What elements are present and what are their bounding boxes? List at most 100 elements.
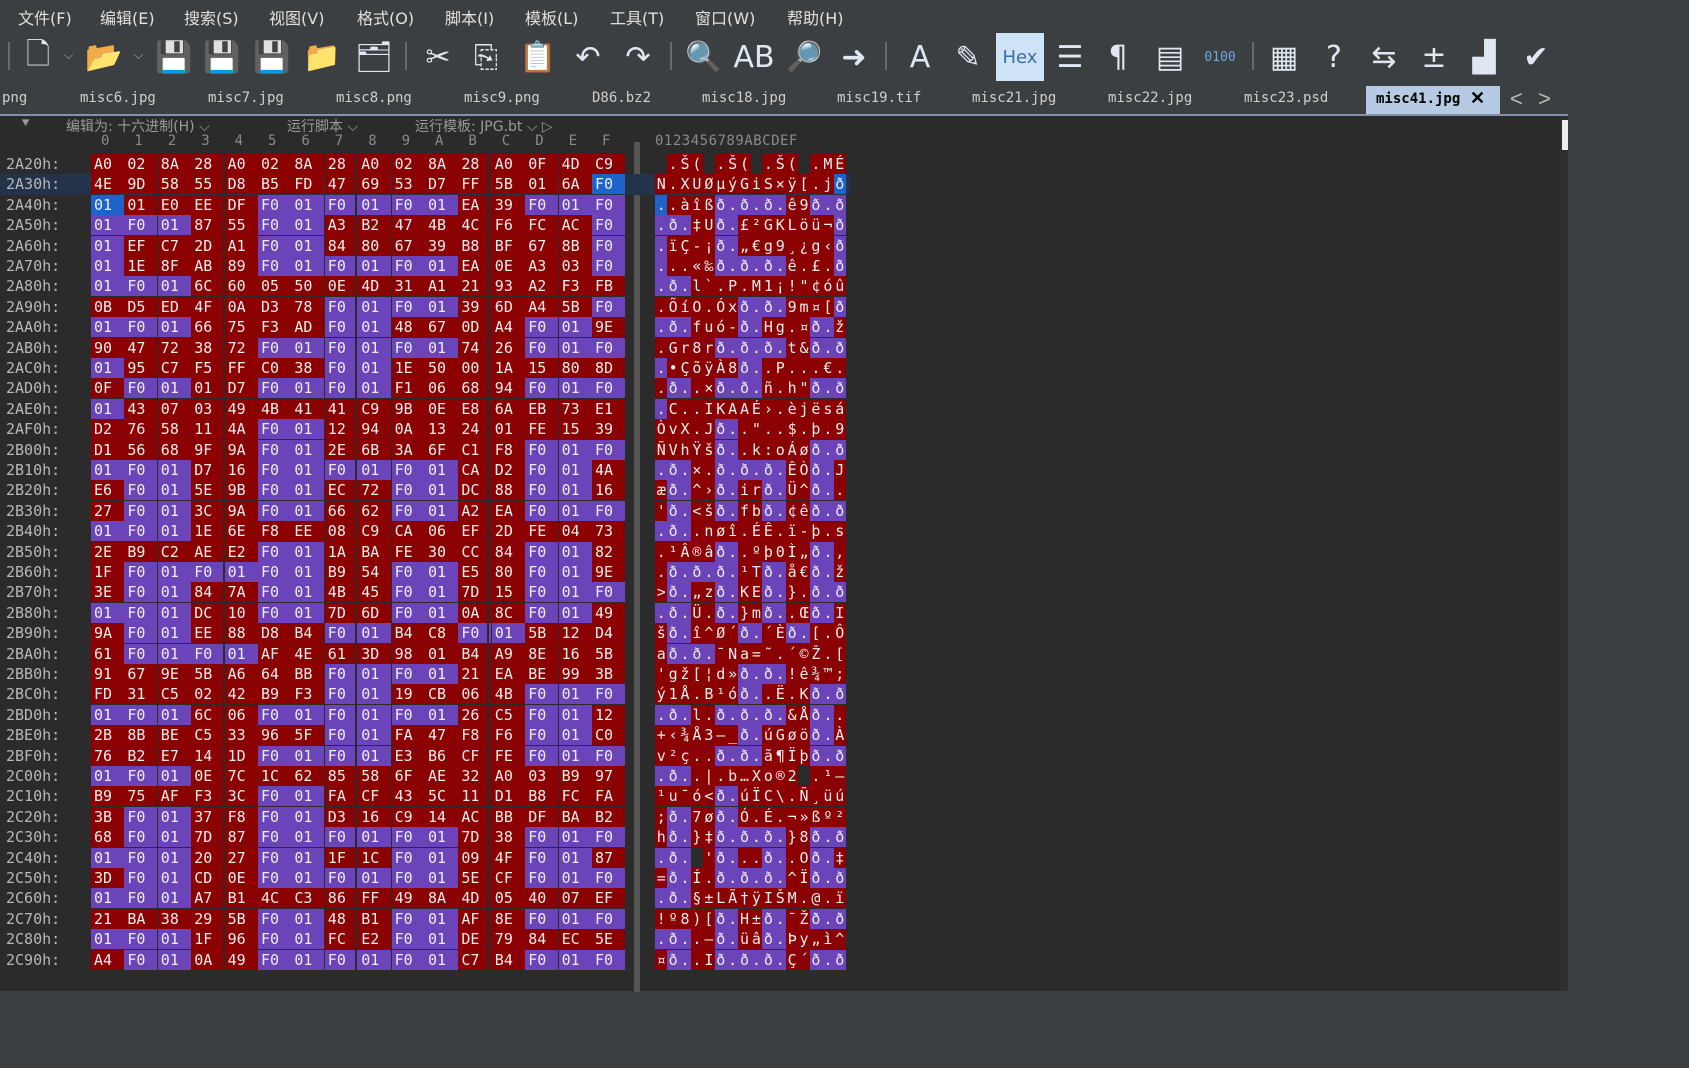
ascii-char[interactable]: ð xyxy=(809,908,823,929)
ascii-char[interactable]: i xyxy=(750,174,763,195)
ascii-char[interactable]: ð xyxy=(690,643,704,664)
hex-byte[interactable]: F0 xyxy=(124,806,158,827)
ascii-char[interactable]: K xyxy=(797,684,811,705)
highlight-icon[interactable]: ✎ xyxy=(944,33,992,81)
hex-byte[interactable]: 8B xyxy=(124,725,158,746)
ascii-char[interactable]: ó xyxy=(690,786,704,807)
hex-byte[interactable]: D4 xyxy=(592,623,625,644)
ascii-char[interactable]: µ xyxy=(714,174,727,195)
ascii-char[interactable]: Ò xyxy=(655,419,668,440)
hex-byte[interactable]: F0 xyxy=(592,194,625,215)
hex-byte[interactable]: 9A xyxy=(91,623,124,644)
edit-mode-icon[interactable]: ☰ xyxy=(1046,33,1094,81)
ascii-char[interactable]: , xyxy=(833,541,846,562)
ascii-char[interactable]: . xyxy=(821,725,835,746)
hex-byte[interactable]: 47 xyxy=(391,215,425,236)
ascii-char[interactable]: ‡ xyxy=(833,847,846,868)
ascii-char[interactable]: v xyxy=(666,419,680,440)
menu-4[interactable]: 格式(O) xyxy=(357,5,414,29)
hex-byte[interactable]: 27 xyxy=(224,847,258,868)
ascii-char[interactable]: . xyxy=(809,174,823,195)
ascii-char[interactable]: . xyxy=(655,562,668,582)
ascii-char[interactable]: l xyxy=(690,276,704,297)
hex-byte[interactable]: F0 xyxy=(525,378,559,399)
hex-byte[interactable]: BB xyxy=(491,806,525,827)
ascii-char[interactable]: Ž xyxy=(809,643,823,664)
ascii-char[interactable]: v xyxy=(655,745,668,766)
ascii-char[interactable]: ü xyxy=(809,215,823,236)
ascii-char[interactable]: Ã xyxy=(726,888,739,909)
hex-byte[interactable]: BA xyxy=(358,541,392,562)
hex-byte[interactable]: 01 xyxy=(157,643,191,664)
hex-byte[interactable]: 9F xyxy=(191,439,225,460)
ascii-char[interactable]: . xyxy=(666,174,680,195)
ascii-char[interactable]: K xyxy=(714,398,727,419)
hex-byte[interactable]: 0A xyxy=(224,296,258,317)
hex-byte[interactable]: 3B xyxy=(592,664,625,684)
hex-byte[interactable]: 5E xyxy=(592,929,625,950)
ascii-char[interactable]: ® xyxy=(690,541,704,562)
hex-byte[interactable]: 01 xyxy=(224,562,258,582)
ascii-char[interactable]: . xyxy=(655,460,668,480)
hex-byte[interactable]: F0 xyxy=(324,256,358,276)
ascii-char[interactable]: ð xyxy=(833,194,846,215)
ascii-char[interactable]: G xyxy=(666,337,680,358)
hex-byte[interactable]: D5 xyxy=(124,296,158,317)
ascii-char[interactable]: . xyxy=(785,602,799,623)
ascii-char[interactable]: ¡ xyxy=(702,235,716,256)
hex-byte[interactable]: F0 xyxy=(525,684,559,705)
ascii-char[interactable]: . xyxy=(774,398,787,419)
hex-byte[interactable]: F0 xyxy=(258,582,291,603)
ascii-char[interactable]: . xyxy=(655,358,668,378)
ascii-char[interactable]: Å xyxy=(690,725,704,746)
hex-byte[interactable]: 01 xyxy=(558,745,592,766)
hex-byte[interactable]: A1 xyxy=(425,276,458,297)
ascii-char[interactable]: : xyxy=(762,439,775,460)
hex-byte[interactable]: 8E xyxy=(525,643,559,664)
ascii-char[interactable]: - xyxy=(726,317,739,338)
hex-byte[interactable]: CD xyxy=(191,868,225,888)
hex-byte[interactable]: 79 xyxy=(491,929,525,950)
ascii-char[interactable]: . xyxy=(750,684,763,705)
hex-byte[interactable]: F0 xyxy=(324,868,358,888)
tab-misc22-jpg[interactable]: misc22.jpg xyxy=(1108,90,1192,106)
ascii-char[interactable]: . xyxy=(726,235,739,256)
ascii-char[interactable]: . xyxy=(726,337,739,358)
ascii-char[interactable]: . xyxy=(785,847,799,868)
ascii-char[interactable]: ð xyxy=(666,317,680,338)
hex-byte[interactable]: 30 xyxy=(425,541,458,562)
ascii-char[interactable]: Ž xyxy=(797,908,811,929)
hex-byte[interactable]: 01 xyxy=(558,847,592,868)
hex-byte[interactable]: 4D xyxy=(358,276,392,297)
ascii-char[interactable]: ó xyxy=(726,684,739,705)
hex-byte[interactable]: 01 xyxy=(291,256,325,276)
ascii-char[interactable]: ð xyxy=(714,541,727,562)
hex-byte[interactable]: 01 xyxy=(425,643,458,664)
hex-byte[interactable]: 78 xyxy=(291,296,325,317)
ascii-char[interactable]: ð xyxy=(714,847,727,868)
ascii-char[interactable]: » xyxy=(726,664,739,684)
replace-icon[interactable]: AB xyxy=(730,33,778,81)
hex-byte[interactable]: 01 xyxy=(291,541,325,562)
hex-byte[interactable]: 04 xyxy=(558,521,592,542)
ascii-char[interactable]: H xyxy=(738,908,751,929)
ascii-char[interactable]: . xyxy=(678,500,692,521)
hex-byte[interactable]: B9 xyxy=(124,541,158,562)
ascii-char[interactable]: 8 xyxy=(690,337,704,358)
ascii-char[interactable]: . xyxy=(726,745,739,766)
hex-byte[interactable]: 8D xyxy=(592,358,625,378)
ascii-char[interactable]: ð xyxy=(738,317,751,338)
ascii-char[interactable]: C xyxy=(666,398,680,419)
hex-byte[interactable]: D8 xyxy=(224,174,258,195)
ascii-char[interactable]: þ xyxy=(809,419,823,440)
ascii-char[interactable]: ì xyxy=(821,929,835,950)
ascii-char[interactable]: ÿ xyxy=(785,174,799,195)
ascii-char[interactable]: ð xyxy=(738,296,751,317)
hex-byte[interactable]: F0 xyxy=(124,949,158,970)
ascii-char[interactable]: « xyxy=(690,256,704,276)
hex-byte[interactable]: F3 xyxy=(558,276,592,297)
ascii-char[interactable]: ó xyxy=(714,317,727,338)
hex-byte[interactable]: BA xyxy=(558,806,592,827)
hex-byte[interactable]: F0 xyxy=(324,827,358,848)
hex-byte[interactable]: B4 xyxy=(291,623,325,644)
